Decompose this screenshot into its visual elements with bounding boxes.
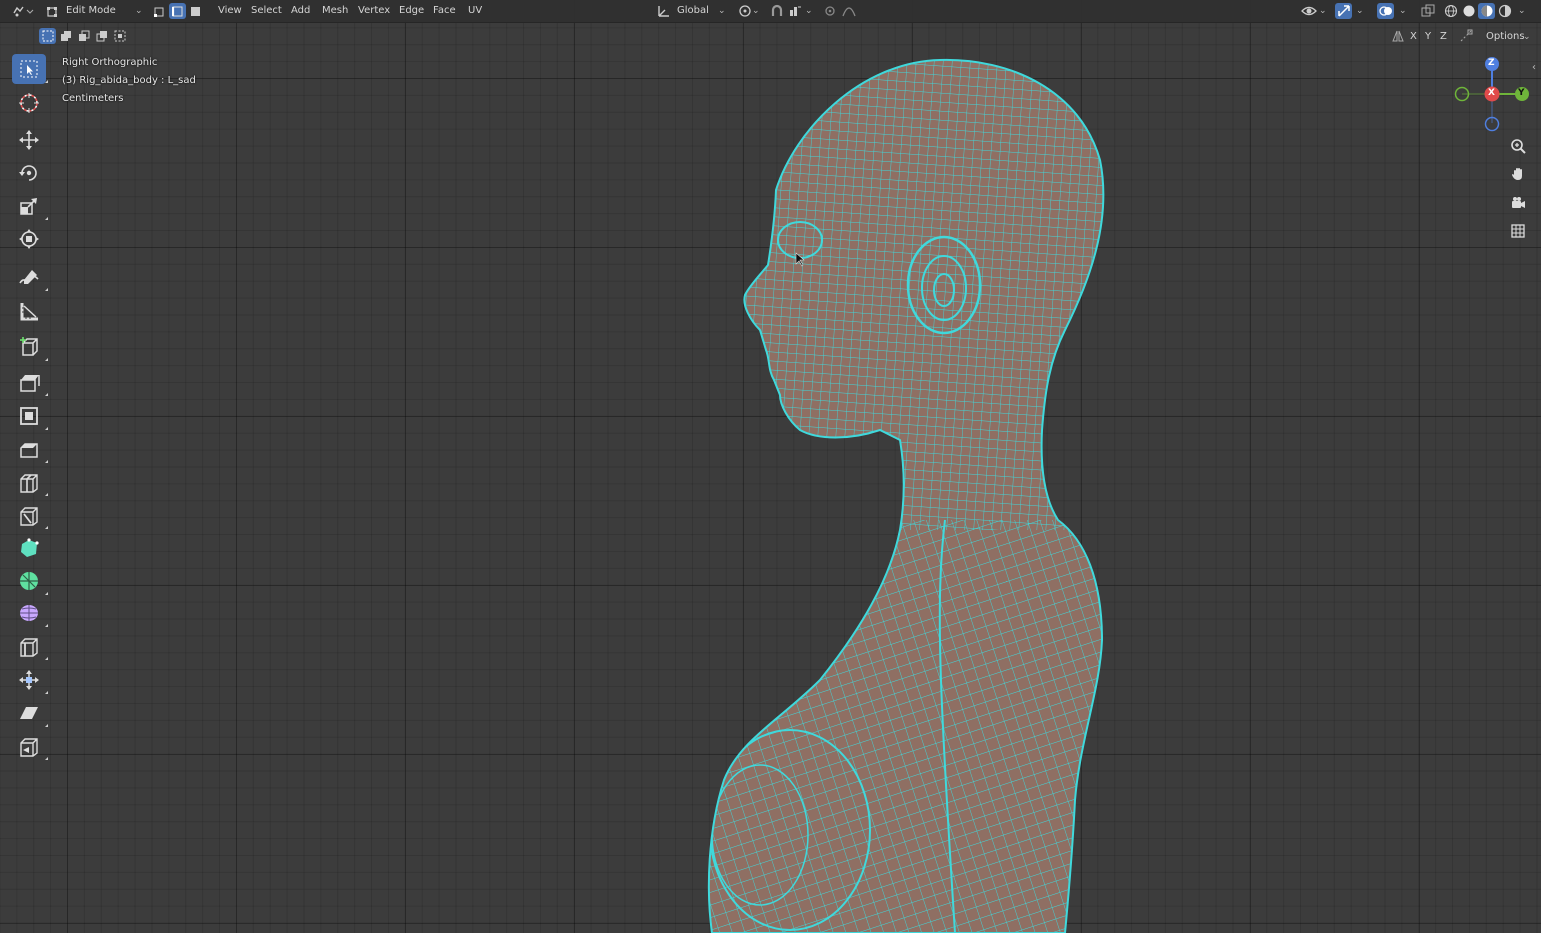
select-mode-new-icon[interactable]: [39, 28, 56, 44]
shading-rendered-icon[interactable]: [1496, 3, 1513, 19]
visibility-eye-icon[interactable]: [1300, 3, 1317, 19]
orientation-chevron-down-icon[interactable]: ⌄: [718, 3, 726, 19]
overlays-chevron-down-icon[interactable]: ⌄: [1399, 3, 1407, 19]
select-mode-extend-icon[interactable]: [57, 28, 74, 44]
options-dropdown[interactable]: Options: [1486, 29, 1525, 45]
shading-chevron-down-icon[interactable]: ⌄: [1518, 3, 1526, 19]
pan-hand-icon[interactable]: [1506, 162, 1530, 186]
camera-icon[interactable]: [1506, 191, 1530, 215]
snap-magnet-icon[interactable]: [768, 3, 785, 19]
select-mode-intersect-icon[interactable]: [111, 28, 128, 44]
add-cube-icon[interactable]: [12, 332, 48, 362]
extrude-icon[interactable]: [12, 367, 48, 397]
mesh-wireframe[interactable]: [0, 0, 1541, 933]
tool-header: X Y Z Options ⌄: [0, 24, 1541, 48]
transform-orientation-dropdown[interactable]: Global: [677, 3, 709, 19]
snap-target-icon[interactable]: [786, 3, 803, 19]
shrink-fatten-icon[interactable]: [12, 665, 48, 695]
menu-uv[interactable]: UV: [468, 3, 482, 19]
annotate-icon[interactable]: [12, 262, 48, 292]
rip-region-icon[interactable]: [12, 731, 48, 761]
options-chevron-down-icon[interactable]: ⌄: [1523, 29, 1531, 45]
menu-view[interactable]: View: [218, 3, 242, 19]
xray-toggle-icon[interactable]: [1419, 3, 1436, 19]
select-mode-subtract-icon[interactable]: [75, 28, 92, 44]
zoom-icon[interactable]: [1506, 134, 1530, 158]
object-info-label: (3) Rig_abida_body : L_sad: [62, 75, 196, 86]
menu-face[interactable]: Face: [433, 3, 456, 19]
mode-chevron-down-icon[interactable]: ⌄: [135, 3, 143, 19]
mirror-z-toggle[interactable]: Z: [1440, 29, 1447, 45]
pivot-point-icon[interactable]: [736, 3, 753, 19]
cursor-icon[interactable]: [12, 88, 46, 118]
gizmo-chevron-down-icon[interactable]: ⌄: [1356, 3, 1364, 19]
measure-icon[interactable]: [12, 296, 46, 326]
gizmo-y-label: Y: [1518, 88, 1525, 98]
mirror-icon[interactable]: [1389, 28, 1406, 44]
auto-merge-icon[interactable]: [1457, 28, 1474, 44]
edge-select-icon[interactable]: [169, 3, 186, 19]
knife-icon[interactable]: [12, 500, 48, 530]
mirror-x-toggle[interactable]: X: [1410, 29, 1417, 45]
gizmo-x-label: X: [1488, 88, 1495, 98]
scale-icon[interactable]: [12, 191, 48, 221]
sidebar-toggle-icon[interactable]: ‹: [1532, 62, 1536, 73]
menu-edge[interactable]: Edge: [399, 3, 424, 19]
select-box-icon[interactable]: [12, 54, 48, 84]
view-name-label: Right Orthographic: [62, 57, 158, 68]
rotate-icon[interactable]: [12, 158, 46, 188]
falloff-curve-icon[interactable]: [840, 3, 857, 19]
toolbar: [4, 52, 48, 764]
gizmo-toggle-icon[interactable]: [1335, 3, 1352, 19]
transform-icon[interactable]: [12, 224, 46, 254]
menu-add[interactable]: Add: [291, 3, 310, 19]
face-select-icon[interactable]: [187, 3, 204, 19]
editor-type-icon[interactable]: [10, 3, 36, 19]
gizmo-z-label: Z: [1488, 58, 1495, 68]
snap-chevron-down-icon[interactable]: ⌄: [805, 3, 813, 19]
units-label: Centimeters: [62, 93, 124, 104]
ortho-grid-icon[interactable]: [1506, 219, 1530, 243]
shading-material-icon[interactable]: [1478, 3, 1495, 19]
viewport-header: Edit Mode ⌄ View Select Add Mesh Vertex …: [0, 0, 1541, 23]
mode-dropdown[interactable]: Edit Mode: [66, 3, 116, 19]
shading-wireframe-icon[interactable]: [1442, 3, 1459, 19]
inset-icon[interactable]: [12, 401, 48, 431]
mirror-y-toggle[interactable]: Y: [1425, 29, 1431, 45]
edge-slide-icon[interactable]: [12, 631, 48, 661]
select-mode-invert-icon[interactable]: [93, 28, 110, 44]
menu-mesh[interactable]: Mesh: [322, 3, 348, 19]
bevel-icon[interactable]: [12, 434, 48, 464]
move-icon[interactable]: [12, 125, 46, 155]
3d-viewport[interactable]: Right Orthographic (3) Rig_abida_body : …: [0, 0, 1541, 933]
visibility-chevron-down-icon[interactable]: ⌄: [1319, 3, 1327, 19]
shading-solid-icon[interactable]: [1460, 3, 1477, 19]
smooth-icon[interactable]: [12, 598, 48, 628]
loop-cut-icon[interactable]: [12, 467, 48, 497]
shear-icon[interactable]: [12, 698, 48, 728]
overlays-toggle-icon[interactable]: [1377, 3, 1394, 19]
edit-mode-icon: [44, 3, 61, 19]
transform-orientation-icon[interactable]: [655, 3, 672, 19]
pivot-chevron-down-icon[interactable]: ⌄: [752, 3, 760, 19]
spin-icon[interactable]: [12, 566, 48, 596]
menu-select[interactable]: Select: [251, 3, 282, 19]
menu-vertex[interactable]: Vertex: [358, 3, 390, 19]
proportional-edit-icon[interactable]: [821, 3, 838, 19]
vertex-select-icon[interactable]: [151, 3, 168, 19]
poly-build-icon[interactable]: [12, 533, 46, 563]
